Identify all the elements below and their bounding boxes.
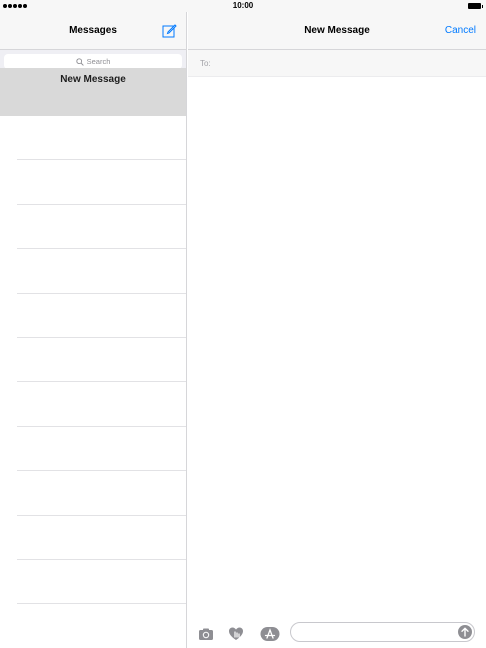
new-message-title: New Message — [304, 25, 370, 36]
list-item — [17, 338, 186, 383]
page-title: Messages — [69, 25, 117, 36]
search-icon — [75, 57, 84, 66]
new-message-header: New Message Cancel — [188, 12, 486, 50]
list-item — [17, 471, 186, 516]
conversation-list-header: Messages — [0, 12, 186, 50]
search-placeholder: Search — [86, 57, 111, 66]
cancel-button[interactable]: Cancel — [445, 25, 476, 36]
compose-bar — [188, 620, 486, 648]
send-icon[interactable] — [458, 625, 472, 639]
recipient-field[interactable]: To: — [188, 50, 486, 77]
list-item — [17, 427, 186, 472]
list-item — [17, 249, 186, 294]
search-input[interactable]: Search — [4, 54, 182, 69]
conversation-list-panel: Messages Search New Message — [0, 12, 187, 648]
battery-icon — [468, 3, 483, 9]
status-time: 10:00 — [232, 1, 254, 10]
list-item — [17, 560, 186, 605]
list-item-new-message[interactable]: New Message — [0, 68, 186, 116]
list-item-label: New Message — [60, 74, 126, 85]
list-item — [17, 160, 186, 205]
to-label: To: — [200, 58, 211, 68]
status-bar: 10:00 — [0, 0, 486, 12]
compose-icon[interactable] — [162, 23, 177, 38]
message-input[interactable] — [290, 622, 475, 642]
new-message-panel: New Message Cancel To: — [188, 12, 486, 648]
list-item — [17, 294, 186, 338]
camera-icon[interactable] — [198, 626, 214, 642]
list-item — [17, 205, 186, 250]
digital-touch-icon[interactable] — [228, 626, 244, 642]
app-store-icon[interactable] — [260, 626, 280, 642]
ipad-screen: 10:00 Messages Search New Message New Me… — [0, 0, 486, 648]
list-item — [17, 116, 186, 161]
list-item — [17, 382, 186, 427]
list-item — [17, 516, 186, 560]
